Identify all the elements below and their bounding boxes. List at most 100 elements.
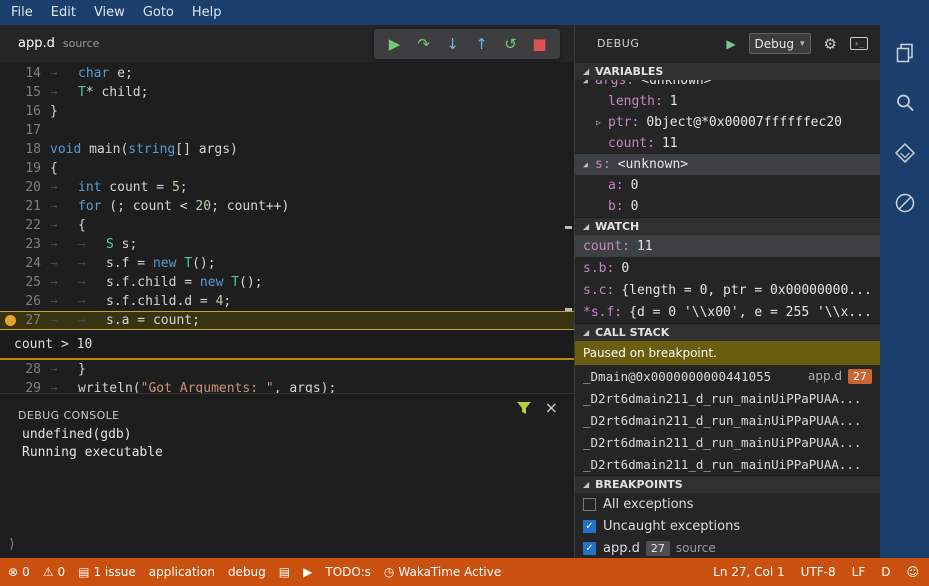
callstack-frame[interactable]: _D2rt6dmain211_d_run_mainUiPPaPUAA... <box>575 431 880 453</box>
tab-app-d[interactable]: app.d <box>18 36 55 51</box>
watch-row[interactable]: *s.f: {d = 0 '\\x00', e = 255 '\\x... <box>575 301 880 323</box>
status-cursor-position[interactable]: Ln 27, Col 1 <box>713 565 785 579</box>
callstack-frame[interactable]: _D2rt6dmain211_d_run_mainUiPPaPUAA... <box>575 409 880 431</box>
files-icon[interactable] <box>893 41 917 65</box>
variables-section-header[interactable]: ◢ VARIABLES <box>575 62 880 80</box>
dub-icon[interactable] <box>893 141 917 165</box>
search-icon[interactable] <box>893 91 917 115</box>
step-over-button[interactable]: ↷ <box>409 29 438 59</box>
line-number[interactable]: 28 <box>0 360 50 379</box>
menu-item-view[interactable]: View <box>85 5 134 20</box>
console-prompt[interactable]: ⟩ <box>8 537 16 552</box>
code-line-22[interactable]: 22 →{ <box>0 216 574 235</box>
line-number[interactable]: 14 <box>0 64 50 83</box>
status-run[interactable]: ▶ <box>303 565 312 579</box>
line-number[interactable]: 22 <box>0 216 50 235</box>
debug-icon[interactable] <box>893 191 917 215</box>
continue-button[interactable]: ▶ <box>380 29 409 59</box>
code-editor[interactable]: 14 → char e; 15 → T* child; 16} 17 18 void main(s… <box>0 62 574 393</box>
breakpoints-section-header[interactable]: ◢ BREAKPOINTS <box>575 475 880 493</box>
callstack-frame[interactable]: _Dmain@0x0000000000441055 app.d 27 <box>575 365 880 387</box>
code-line-19[interactable]: 19{ <box>0 159 574 178</box>
code-line-15[interactable]: 15 → T* child; <box>0 83 574 102</box>
line-number[interactable]: 21 <box>0 197 50 216</box>
breakpoint-row[interactable]: ✓ Uncaught exceptions <box>575 515 880 537</box>
variable-row[interactable]: ◢ args: <unknown> <box>575 80 880 91</box>
close-icon[interactable]: × <box>545 398 558 417</box>
watch-row[interactable]: s.c: {length = 0, ptr = 0x00000000... <box>575 279 880 301</box>
code-line-23[interactable]: 23 → → S s; <box>0 235 574 254</box>
status-eol[interactable]: LF <box>852 565 866 579</box>
line-number[interactable]: 26 <box>0 292 50 311</box>
checkbox[interactable] <box>583 497 596 511</box>
variable-row[interactable]: ◢ s: <unknown> <box>575 154 880 175</box>
line-number[interactable]: 25 <box>0 273 50 292</box>
variable-row[interactable]: ▷ ptr: 0bject@*0x00007ffffffec20 <box>575 112 880 133</box>
token: * child; <box>85 85 149 100</box>
status-encoding[interactable]: UTF-8 <box>801 565 836 579</box>
code-line-21[interactable]: 21 → for (; count < 20; count++) <box>0 197 574 216</box>
open-console-icon[interactable]: ›_ <box>850 37 868 50</box>
variable-row[interactable]: b: 0 <box>575 196 880 217</box>
status-feedback[interactable]: ☺ <box>906 565 919 579</box>
code-line-27[interactable]: 27 → → s.a = count; <box>0 311 574 330</box>
status-language-mode[interactable]: D <box>881 565 890 579</box>
breakpoint-icon[interactable] <box>5 315 16 326</box>
menu-item-edit[interactable]: Edit <box>42 5 85 20</box>
step-into-button[interactable]: ↓ <box>438 29 467 59</box>
callstack-frame[interactable]: _D2rt6dmain211_d_run_mainUiPPaPUAA... <box>575 453 880 475</box>
line-number[interactable]: 16 <box>0 102 50 121</box>
line-number[interactable]: 15 <box>0 83 50 102</box>
line-number[interactable]: 19 <box>0 159 50 178</box>
variable-row[interactable]: length: 1 <box>575 91 880 112</box>
status-errors[interactable]: ⊗ 0 <box>8 565 30 579</box>
watch-section-title: WATCH <box>595 220 640 233</box>
line-number[interactable]: 20 <box>0 178 50 197</box>
menu-item-file[interactable]: File <box>2 5 42 20</box>
code-line-17[interactable]: 17 <box>0 121 574 140</box>
start-debug-button[interactable]: ▶ <box>726 37 735 51</box>
breakpoint-condition-widget[interactable]: count > 10 <box>0 330 574 360</box>
code-line-24[interactable]: 24 → → s.f = new T(); <box>0 254 574 273</box>
code-line-16[interactable]: 16} <box>0 102 574 121</box>
variable-row[interactable]: a: 0 <box>575 175 880 196</box>
debug-config-dropdown[interactable]: Debug ▾ <box>748 33 811 54</box>
watch-value: 11 <box>636 238 653 254</box>
code-line-18[interactable]: 18 void main(string[] args) <box>0 140 574 159</box>
line-number[interactable]: 24 <box>0 254 50 273</box>
filter-icon[interactable] <box>516 401 532 420</box>
checkbox[interactable]: ✓ <box>583 519 596 533</box>
code-line-29[interactable]: 29 → writeln("Got Arguments: ", args); <box>0 379 574 393</box>
callstack-frame[interactable]: _D2rt6dmain211_d_run_mainUiPPaPUAA... <box>575 387 880 409</box>
stop-button[interactable]: ■ <box>525 29 554 59</box>
code-line-14[interactable]: 14 → char e; <box>0 64 574 83</box>
line-number[interactable]: 23 <box>0 235 50 254</box>
status-debug-config[interactable]: debug <box>228 565 266 579</box>
restart-button[interactable]: ↺ <box>496 29 525 59</box>
status-notes[interactable]: ▤ <box>279 565 290 579</box>
watch-row[interactable]: s.b: 0 <box>575 257 880 279</box>
checkbox[interactable]: ✓ <box>583 541 596 555</box>
code-line-28[interactable]: 28 →} <box>0 360 574 379</box>
status-wakatime[interactable]: ◷ WakaTime Active <box>384 565 501 579</box>
breakpoint-row[interactable]: ✓ app.d 27 source <box>575 537 880 558</box>
menu-item-help[interactable]: Help <box>183 5 231 20</box>
line-number[interactable]: 18 <box>0 140 50 159</box>
status-todos[interactable]: TODO:s <box>325 565 371 579</box>
callstack-section-header[interactable]: ◢ CALL STACK <box>575 323 880 341</box>
watch-row[interactable]: count: 11 <box>575 235 880 257</box>
code-line-26[interactable]: 26 → → s.f.child.d = 4; <box>0 292 574 311</box>
status-issues[interactable]: ▤ 1 issue <box>78 565 136 579</box>
code-line-25[interactable]: 25 → → s.f.child = new T(); <box>0 273 574 292</box>
line-number[interactable]: 29 <box>0 379 50 393</box>
step-out-button[interactable]: ↑ <box>467 29 496 59</box>
status-warnings[interactable]: ⚠ 0 <box>43 565 65 579</box>
gear-icon[interactable]: ⚙ <box>824 35 837 53</box>
line-number[interactable]: 17 <box>0 121 50 140</box>
variable-row[interactable]: count: 11 <box>575 133 880 154</box>
code-line-20[interactable]: 20 → int count = 5; <box>0 178 574 197</box>
watch-section-header[interactable]: ◢ WATCH <box>575 217 880 235</box>
status-application[interactable]: application <box>149 565 215 579</box>
breakpoint-row[interactable]: All exceptions <box>575 493 880 515</box>
menu-item-goto[interactable]: Goto <box>134 5 183 20</box>
